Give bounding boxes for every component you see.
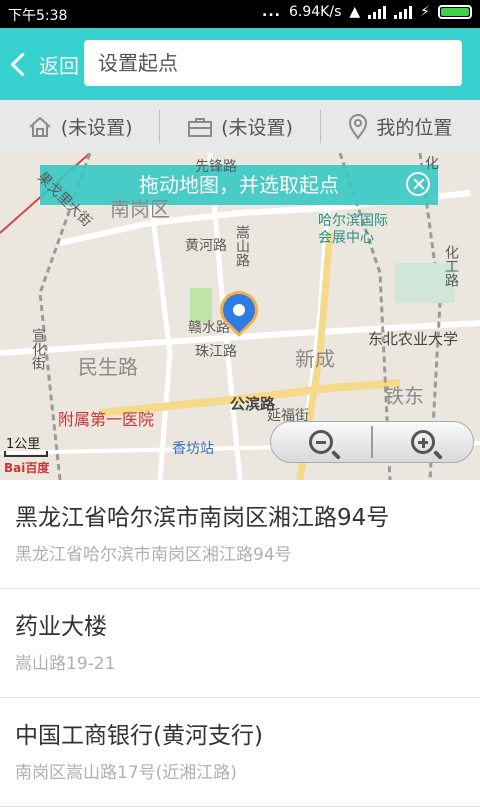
preset-my-location[interactable]: 我的位置: [321, 100, 480, 153]
map-label-hospital: 附属第一医院: [58, 410, 155, 429]
back-button[interactable]: 返回: [8, 48, 79, 80]
map-label: 化: [425, 156, 439, 172]
preset-home[interactable]: (未设置): [0, 100, 159, 153]
map-view[interactable]: 拖动地图，并选取起点 南岗区 先锋路 黄河路 嵩山路 哈尔滨国际 会展中心 化工…: [0, 153, 480, 480]
map-label: 黄河路: [185, 238, 227, 254]
result-subtitle: 黑龙江省哈尔滨市南岗区湘江路94号: [15, 545, 292, 565]
result-subtitle: 南岗区嵩山路17号(近湘江路): [15, 763, 237, 783]
map-label: 化工路: [443, 245, 459, 287]
map-label: 先锋路: [195, 159, 237, 175]
map-label: 哈尔滨国际 会展中心: [318, 213, 388, 246]
list-item[interactable]: 黑龙江省哈尔滨市南岗区湘江路94号 黑龙江省哈尔滨市南岗区湘江路94号: [0, 480, 480, 589]
baidu-logo: Bai百度: [4, 461, 50, 475]
zoom-controls: [270, 421, 474, 463]
home-icon: [29, 116, 51, 137]
result-title: 黑龙江省哈尔滨市南岗区湘江路94号: [15, 505, 390, 531]
map-label: 赣水路: [188, 320, 230, 336]
start-point-input[interactable]: 设置起点: [84, 40, 462, 86]
result-list: 黑龙江省哈尔滨市南岗区湘江路94号 黑龙江省哈尔滨市南岗区湘江路94号 药业大楼…: [0, 480, 480, 807]
status-bar: 下午5:38 ... 6.94K/s ▲ ⚡: [0, 0, 480, 28]
map-label: 珠江路: [195, 344, 237, 360]
map-label: 南岗区: [110, 197, 170, 221]
briefcase-icon: [188, 117, 213, 137]
list-item[interactable]: 中国工商银行(黄河支行) 南岗区嵩山路17号(近湘江路): [0, 698, 480, 807]
map-scale-label: 1公里: [6, 437, 41, 452]
network-speed: 6.94K/s: [289, 4, 342, 20]
signal-icon-2: [394, 5, 413, 19]
status-icons: ... 6.94K/s ▲ ⚡: [262, 4, 472, 20]
location-pin-icon: [349, 113, 368, 140]
preset-my-location-label: 我的位置: [376, 117, 453, 139]
preset-home-label: (未设置): [60, 117, 133, 139]
preset-locations: (未设置) (未设置) 我的位置: [0, 100, 480, 154]
battery-icon: [438, 5, 472, 19]
list-item[interactable]: 药业大楼 嵩山路19-21: [0, 589, 480, 698]
zoom-in-button[interactable]: [373, 422, 473, 462]
zoom-out-button[interactable]: [271, 422, 371, 462]
close-icon[interactable]: [406, 172, 430, 196]
map-label: 新成: [295, 347, 335, 371]
charging-icon: ⚡: [420, 4, 430, 20]
map-label-station: 香坊站: [172, 441, 214, 457]
chevron-left-icon: [10, 51, 35, 77]
preset-work[interactable]: (未设置): [160, 100, 319, 153]
map-label: 嵩山路: [234, 225, 250, 267]
result-title: 药业大楼: [15, 614, 107, 640]
map-label: 民生路: [78, 355, 138, 379]
map-scale-bar: [4, 451, 48, 457]
back-label: 返回: [39, 53, 79, 78]
zoom-in-icon: [411, 430, 435, 454]
map-label: 宣化街: [30, 328, 46, 370]
result-title: 中国工商银行(黄河支行): [15, 723, 263, 749]
header-bar: 返回 设置起点: [0, 28, 480, 100]
status-dots: ...: [262, 4, 281, 20]
zoom-out-icon: [309, 430, 333, 454]
signal-icon: [368, 5, 387, 19]
wifi-icon: ▲: [349, 4, 361, 20]
map-hint-banner: 拖动地图，并选取起点: [40, 165, 438, 205]
preset-work-label: (未设置): [221, 117, 293, 139]
map-label: 铁东: [384, 384, 424, 408]
status-time: 下午5:38: [8, 8, 68, 24]
map-label: 东北农业大学: [368, 330, 459, 348]
result-subtitle: 嵩山路19-21: [15, 654, 116, 674]
